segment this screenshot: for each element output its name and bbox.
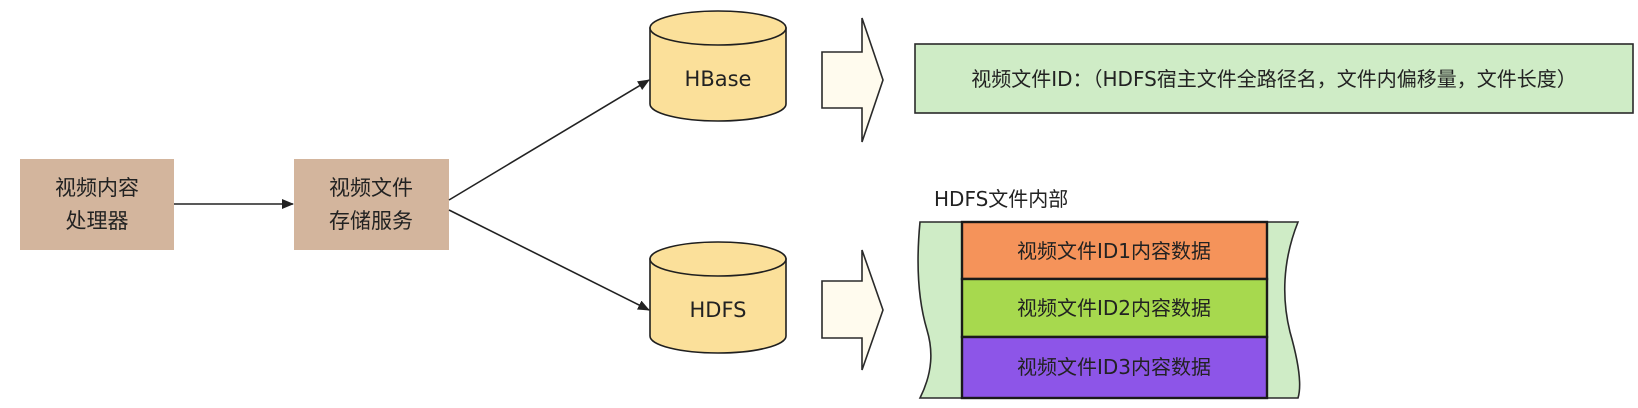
storage-service-label-line1: 视频文件 — [329, 176, 413, 200]
video-content-processor-node: 视频内容 处理器 — [20, 159, 174, 250]
hdfs-database-icon: HDFS — [649, 241, 787, 354]
hbase-record-text: 视频文件ID：（HDFS宿主文件全路径名，文件内偏移量，文件长度） — [971, 67, 1577, 91]
hbase-record-box: 视频文件ID：（HDFS宿主文件全路径名，文件内偏移量，文件长度） — [914, 43, 1634, 114]
hbase-record-arrow-icon — [821, 17, 884, 143]
storage-service-label-line2: 存储服务 — [329, 209, 413, 233]
hdfs-file-title: HDFS文件内部 — [934, 187, 1068, 211]
hdfs-segment-list: 视频文件ID1内容数据 视频文件ID2内容数据 视频文件ID3内容数据 — [960, 220, 1269, 400]
edge-storage-to-hdfs — [448, 209, 650, 311]
hbase-database-icon: HBase — [649, 10, 787, 122]
hdfs-segment-1: 视频文件ID1内容数据 — [960, 220, 1269, 281]
hdfs-label: HDFS — [689, 298, 746, 322]
edge-storage-to-hbase — [448, 79, 650, 201]
hdfs-segment-2: 视频文件ID2内容数据 — [960, 277, 1269, 339]
video-storage-diagram: 视频内容 处理器 视频文件 存储服务 HBase HDFS 视频文件ID：（HD… — [20, 10, 1634, 400]
hdfs-segment-3: 视频文件ID3内容数据 — [960, 335, 1269, 400]
processor-label-line2: 处理器 — [66, 209, 129, 233]
hdfs-file-arrow-icon — [821, 249, 884, 371]
hdfs-file-scroll: 视频文件ID1内容数据 视频文件ID2内容数据 视频文件ID3内容数据 — [917, 220, 1301, 400]
processor-label-line1: 视频内容 — [55, 176, 139, 200]
video-file-storage-service-node: 视频文件 存储服务 — [294, 159, 449, 250]
hdfs-segment-1-label: 视频文件ID1内容数据 — [1017, 239, 1211, 263]
hdfs-segment-3-label: 视频文件ID3内容数据 — [1017, 355, 1211, 379]
hbase-label: HBase — [685, 67, 752, 91]
hdfs-segment-2-label: 视频文件ID2内容数据 — [1017, 296, 1211, 320]
